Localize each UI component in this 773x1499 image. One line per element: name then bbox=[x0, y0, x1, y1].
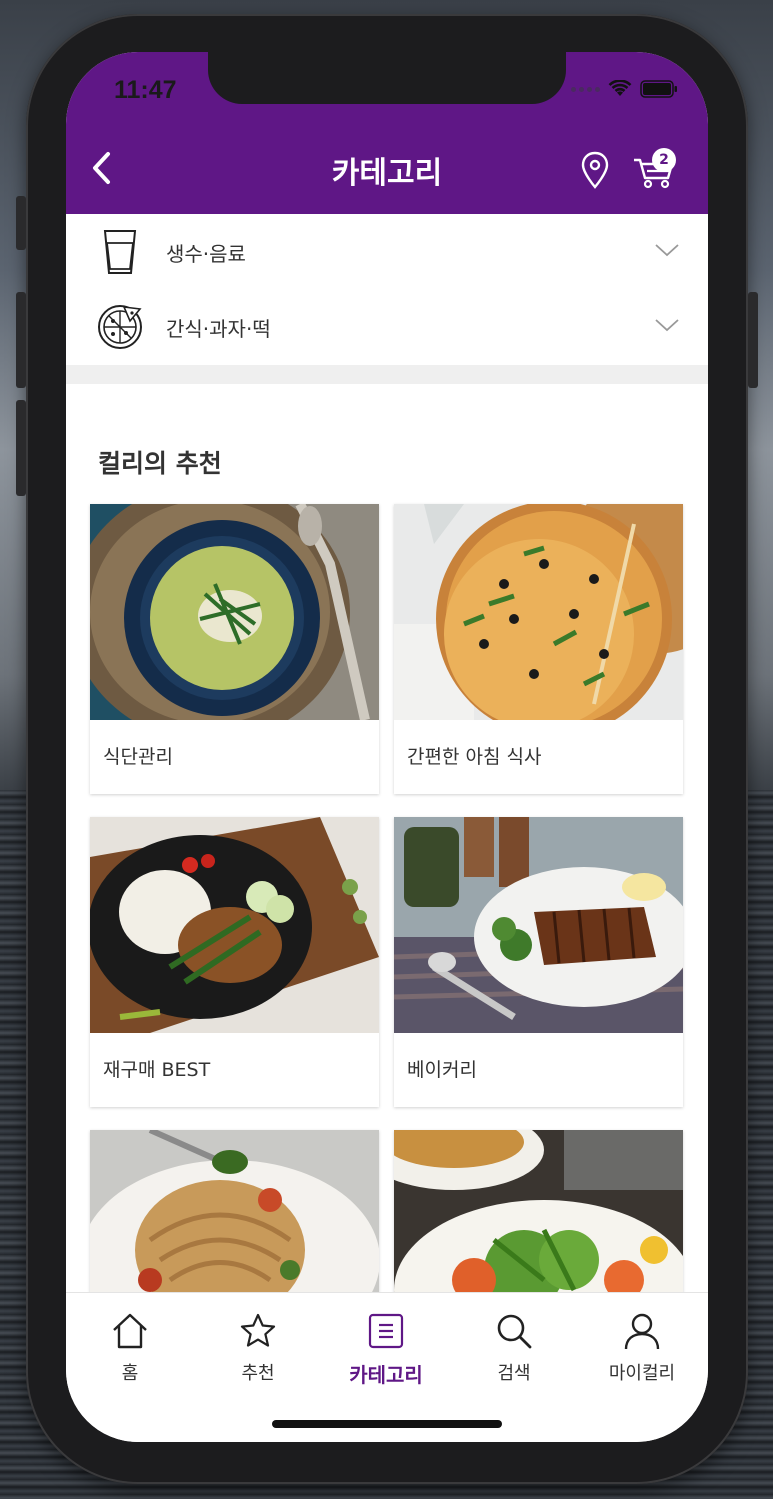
tab-category[interactable]: 카테고리 bbox=[322, 1311, 450, 1388]
location-pin-icon[interactable] bbox=[580, 150, 610, 190]
mute-switch bbox=[16, 196, 26, 250]
status-icons bbox=[571, 80, 678, 98]
tab-label: 추천 bbox=[241, 1363, 275, 1384]
recommend-card-rebuy-best[interactable]: 재구매 BEST bbox=[90, 817, 379, 1107]
category-list: 생수·음료 간식·과자·떡 bbox=[66, 214, 708, 364]
category-label: 간식·과자·떡 bbox=[166, 317, 271, 341]
tab-search[interactable]: 검색 bbox=[450, 1311, 578, 1385]
list-icon bbox=[368, 1313, 404, 1349]
card-label: 재구매 BEST bbox=[103, 1059, 211, 1081]
pizza-image bbox=[394, 504, 683, 720]
star-icon bbox=[240, 1313, 276, 1347]
card-label: 베이커리 bbox=[407, 1059, 477, 1081]
notch bbox=[208, 52, 566, 104]
app-screen: 11:47 카테고리 2 생수·음료 간식·과자·떡 컬리의 추천 식단관리 간… bbox=[66, 52, 708, 1442]
wifi-icon bbox=[608, 80, 632, 96]
pizza-icon bbox=[98, 305, 142, 349]
tab-home[interactable]: 홈 bbox=[66, 1311, 194, 1385]
power-button bbox=[748, 292, 758, 388]
category-label: 생수·음료 bbox=[166, 242, 246, 266]
person-icon bbox=[624, 1313, 660, 1350]
cart-count-badge: 2 bbox=[652, 148, 676, 172]
recommend-card-diet[interactable]: 식단관리 bbox=[90, 504, 379, 794]
green-soup-image bbox=[90, 504, 379, 720]
tab-mykurly[interactable]: 마이컬리 bbox=[578, 1311, 706, 1385]
volume-up-button bbox=[16, 292, 26, 388]
tab-recommend[interactable]: 추천 bbox=[194, 1311, 322, 1385]
card-label: 식단관리 bbox=[103, 746, 173, 768]
chevron-down-icon bbox=[655, 244, 679, 257]
status-time: 11:47 bbox=[114, 76, 177, 104]
category-item-drinks[interactable]: 생수·음료 bbox=[66, 214, 708, 289]
signal-icon bbox=[571, 86, 600, 92]
home-icon bbox=[113, 1313, 147, 1349]
recommend-card-breakfast[interactable]: 간편한 아침 식사 bbox=[394, 504, 683, 794]
section-title: 컬리의 추천 bbox=[98, 449, 222, 478]
tab-label: 마이컬리 bbox=[608, 1363, 676, 1384]
tab-label: 홈 bbox=[121, 1363, 139, 1384]
section-divider bbox=[66, 365, 708, 384]
steak-plate-image bbox=[394, 817, 683, 1033]
recommend-card-bakery[interactable]: 베이커리 bbox=[394, 817, 683, 1107]
card-label: 간편한 아침 식사 bbox=[407, 746, 542, 768]
volume-down-button bbox=[16, 400, 26, 496]
rice-plate-image bbox=[90, 817, 379, 1033]
tab-label: 검색 bbox=[497, 1363, 531, 1384]
category-item-snacks[interactable]: 간식·과자·떡 bbox=[66, 289, 708, 364]
glass-icon bbox=[103, 230, 137, 274]
tab-label: 카테고리 bbox=[349, 1363, 423, 1387]
search-icon bbox=[497, 1314, 532, 1349]
page-title: 카테고리 bbox=[331, 156, 443, 191]
battery-icon bbox=[640, 80, 677, 98]
home-indicator[interactable] bbox=[272, 1420, 502, 1428]
chevron-down-icon bbox=[655, 319, 679, 332]
